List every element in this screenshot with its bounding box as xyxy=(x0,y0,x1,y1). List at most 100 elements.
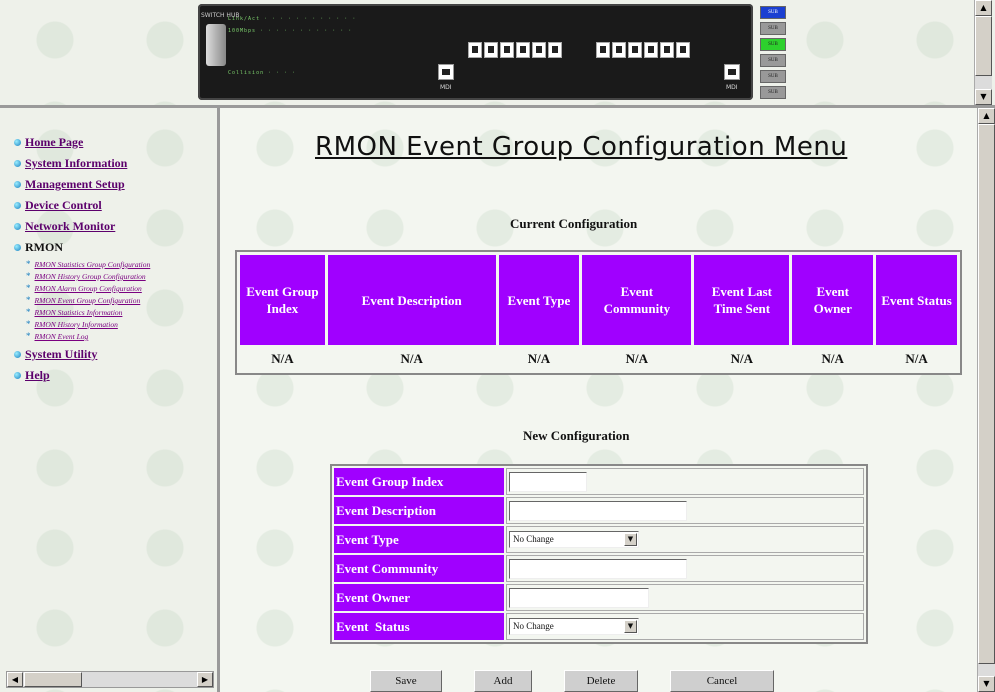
nav-item-home-page[interactable]: Home Page xyxy=(14,132,214,153)
chevron-down-icon[interactable]: ▼ xyxy=(624,533,637,546)
nav-item-rmon: RMON xyxy=(14,237,214,258)
side-button[interactable]: SUB xyxy=(760,54,786,67)
ethernet-port xyxy=(644,42,658,58)
sub-item-rmon-statistics-info[interactable]: * RMON Statistics Information xyxy=(14,308,214,318)
nav-link-label[interactable]: Device Control xyxy=(25,198,102,213)
ethernet-port xyxy=(676,42,690,58)
scrollbar-thumb[interactable] xyxy=(978,124,995,664)
form-row: Event Description xyxy=(334,497,864,524)
action-buttons: Save Add Delete Cancel xyxy=(370,670,774,692)
nav-item-help[interactable]: Help xyxy=(14,365,214,386)
nav-item-system-utility[interactable]: System Utility xyxy=(14,344,214,365)
bullet-icon xyxy=(14,244,21,251)
nav-item-system-information[interactable]: System Information xyxy=(14,153,214,174)
form-row: Event Type No Change ▼ xyxy=(334,526,864,553)
scroll-up-arrow-icon[interactable]: ▲ xyxy=(978,108,995,124)
port-group-1 xyxy=(468,42,562,58)
table-cell: N/A xyxy=(625,351,649,366)
scroll-down-arrow-icon[interactable]: ▼ xyxy=(978,676,995,692)
side-button[interactable]: SUB xyxy=(760,22,786,35)
star-bullet-icon: * xyxy=(26,331,31,341)
event-status-select[interactable]: No Change ▼ xyxy=(509,618,639,635)
star-bullet-icon: * xyxy=(26,283,31,293)
scroll-left-arrow-icon[interactable]: ◀ xyxy=(7,672,23,687)
sub-item-rmon-history-group[interactable]: * RMON History Group Configuration xyxy=(14,272,214,282)
column-header: Event Last Time Sent xyxy=(694,255,790,345)
left-frame-horizontal-scrollbar[interactable]: ◀ ▶ xyxy=(6,671,214,688)
scroll-up-arrow-icon[interactable]: ▲ xyxy=(975,0,992,16)
nav-link-label[interactable]: Help xyxy=(25,368,50,383)
sub-link-label[interactable]: RMON Event Log xyxy=(35,332,89,341)
event-owner-input[interactable] xyxy=(509,587,649,608)
nav-link-label[interactable]: Network Monitor xyxy=(25,219,115,234)
scroll-right-arrow-icon[interactable]: ▶ xyxy=(197,672,213,687)
scrollbar-thumb[interactable] xyxy=(24,672,82,687)
sub-item-rmon-event-log[interactable]: * RMON Event Log xyxy=(14,331,214,342)
cancel-button[interactable]: Cancel xyxy=(670,670,774,692)
chevron-down-icon[interactable]: ▼ xyxy=(624,620,637,633)
save-button[interactable]: Save xyxy=(370,670,442,692)
nav-section-label: RMON xyxy=(25,240,63,254)
scrollbar-thumb[interactable] xyxy=(975,16,992,76)
star-bullet-icon: * xyxy=(26,295,31,305)
form-row: Event Status No Change ▼ xyxy=(334,613,864,640)
column-header: Event Group Index xyxy=(240,255,325,345)
bullet-icon xyxy=(14,351,21,358)
nav-item-management-setup[interactable]: Management Setup xyxy=(14,174,214,195)
event-description-input[interactable] xyxy=(509,500,687,521)
table-cell: N/A xyxy=(400,351,423,366)
side-button[interactable]: SUB xyxy=(760,38,786,51)
event-type-select[interactable]: No Change ▼ xyxy=(509,531,639,548)
sub-link-label[interactable]: RMON Statistics Information xyxy=(35,308,123,317)
nav-item-device-control[interactable]: Device Control xyxy=(14,195,214,216)
nav-link-label[interactable]: System Utility xyxy=(25,347,97,362)
side-button[interactable]: SUB xyxy=(760,6,786,19)
column-header: Event Community xyxy=(582,255,692,345)
main-content-frame: RMON Event Group Configuration Menu Curr… xyxy=(220,108,995,692)
page-title: RMON Event Group Configuration Menu xyxy=(315,132,848,162)
left-nav-frame: Home Page System Information Management … xyxy=(0,108,220,692)
table-cell: N/A xyxy=(905,351,928,366)
event-status-selected-value: No Change xyxy=(513,621,554,631)
side-button[interactable]: SUB xyxy=(760,86,786,99)
event-community-input[interactable] xyxy=(509,558,687,579)
bullet-icon xyxy=(14,160,21,167)
form-row: Event Community xyxy=(334,555,864,582)
add-button[interactable]: Add xyxy=(474,670,532,692)
event-type-label: Event Type xyxy=(334,526,504,553)
event-type-selected-value: No Change xyxy=(513,534,554,544)
event-group-index-input[interactable] xyxy=(509,471,587,492)
scroll-down-arrow-icon[interactable]: ▼ xyxy=(975,89,992,105)
sub-link-label[interactable]: RMON Statistics Group Configuration xyxy=(35,260,151,269)
sub-link-label[interactable]: RMON Alarm Group Configuration xyxy=(35,284,142,293)
led-row-1: Link/Act · · · · · · · · · · · · xyxy=(228,16,357,22)
nav-link-label[interactable]: Home Page xyxy=(25,135,83,150)
sub-link-label[interactable]: RMON History Group Configuration xyxy=(35,272,146,281)
new-configuration-form: Event Group Index Event Description Even… xyxy=(330,464,868,644)
field-cell: No Change ▼ xyxy=(506,613,864,640)
top-frame-scrollbar[interactable]: ▲ ▼ xyxy=(974,0,992,105)
nav-item-network-monitor[interactable]: Network Monitor xyxy=(14,216,214,237)
main-frame-scrollbar[interactable]: ▲ ▼ xyxy=(977,108,995,692)
led-row-2: 100Mbps · · · · · · · · · · · · xyxy=(228,28,353,34)
table-cell: N/A xyxy=(527,351,551,366)
delete-button[interactable]: Delete xyxy=(564,670,638,692)
bullet-icon xyxy=(14,181,21,188)
switch-logo-icon xyxy=(206,24,226,66)
sub-item-rmon-alarm-group[interactable]: * RMON Alarm Group Configuration xyxy=(14,283,214,294)
sub-link-label[interactable]: RMON Event Group Configuration xyxy=(35,296,141,305)
nav-link-label[interactable]: System Information xyxy=(25,156,127,171)
top-frame: SWITCH HUB Link/Act · · · · · · · · · · … xyxy=(0,0,995,108)
table-cell: N/A xyxy=(821,351,844,366)
side-button[interactable]: SUB xyxy=(760,70,786,83)
field-cell xyxy=(506,555,864,582)
bullet-icon xyxy=(14,202,21,209)
sub-item-rmon-history-info[interactable]: * RMON History Information xyxy=(14,319,214,330)
sub-link-label[interactable]: RMON History Information xyxy=(35,320,118,329)
sub-item-rmon-statistics-group[interactable]: * RMON Statistics Group Configuration xyxy=(14,260,214,270)
ethernet-port xyxy=(516,42,530,58)
star-bullet-icon: * xyxy=(26,319,31,329)
nav-link-label[interactable]: Management Setup xyxy=(25,177,125,192)
sub-item-rmon-event-group[interactable]: * RMON Event Group Configuration xyxy=(14,295,214,306)
ethernet-port xyxy=(628,42,642,58)
